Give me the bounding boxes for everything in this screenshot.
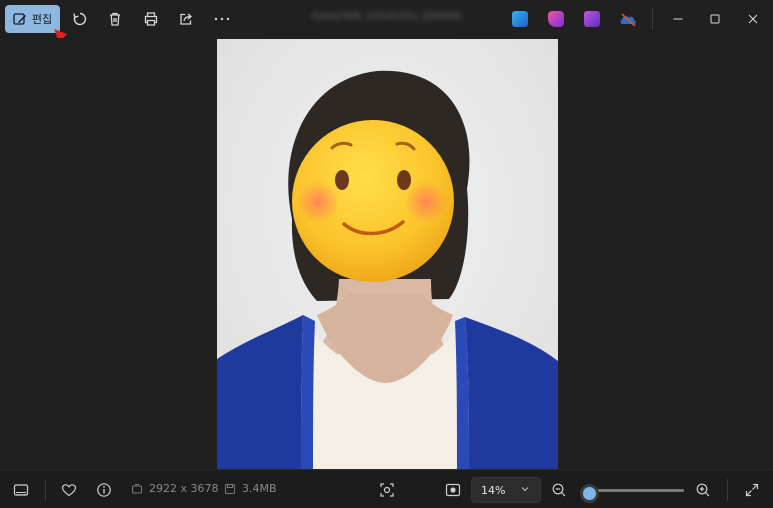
trash-icon[interactable]: [105, 9, 125, 29]
zoom-level-value: 14%: [481, 483, 506, 497]
photos-viewer-window: 편집 KakaoTalk_20240101_000000_01.jpg: [0, 0, 773, 508]
image-dimensions: 2922 x 3678: [131, 482, 219, 495]
chevron-down-icon: [521, 487, 529, 492]
file-size: 3.4MB: [224, 482, 277, 495]
share-icon[interactable]: [176, 9, 196, 29]
info-icon[interactable]: [94, 480, 114, 500]
portrait-photo: [217, 39, 558, 469]
edit-button-label: 편집: [31, 13, 53, 26]
toolbar-divider: [652, 8, 653, 30]
print-icon[interactable]: [141, 9, 161, 29]
disk-icon: [225, 483, 235, 494]
edit-image-icon: [13, 13, 26, 25]
actual-size-icon[interactable]: [443, 480, 463, 500]
zoom-out-icon[interactable]: [549, 480, 569, 500]
more-icon[interactable]: [212, 9, 232, 29]
rotate-icon[interactable]: [70, 9, 90, 29]
dimensions-icon: [132, 483, 142, 493]
image-canvas[interactable]: [0, 38, 773, 469]
video-app-icon[interactable]: [584, 11, 600, 27]
minimize-icon[interactable]: [668, 9, 688, 29]
fit-to-window-icon[interactable]: [377, 480, 397, 500]
top-toolbar: 편집 KakaoTalk_20240101_000000_01.jpg: [0, 0, 773, 38]
dimensions-text: 2922 x 3678: [149, 482, 219, 495]
bottom-divider-right: [727, 479, 728, 501]
onedrive-icon[interactable]: [618, 11, 638, 27]
file-name: KakaoTalk_20240101_000000_01.jpg: [312, 11, 462, 22]
bottom-status-bar: 2922 x 3678 3.4MB 14%: [0, 469, 773, 508]
zoom-slider-thumb[interactable]: [580, 484, 600, 503]
fullscreen-icon[interactable]: [742, 480, 762, 500]
filmstrip-icon[interactable]: [11, 480, 31, 500]
designer-app-icon[interactable]: [512, 11, 528, 27]
heart-icon[interactable]: [59, 480, 79, 500]
zoom-slider[interactable]: [580, 484, 684, 503]
maximize-icon[interactable]: [705, 9, 725, 29]
clipchamp-app-icon[interactable]: [548, 11, 564, 27]
bottom-divider: [45, 479, 46, 501]
file-size-text: 3.4MB: [242, 482, 277, 495]
edit-button[interactable]: 편집: [5, 5, 60, 33]
close-icon[interactable]: [743, 9, 763, 29]
zoom-in-icon[interactable]: [693, 480, 713, 500]
zoom-level-dropdown[interactable]: 14%: [471, 477, 541, 503]
